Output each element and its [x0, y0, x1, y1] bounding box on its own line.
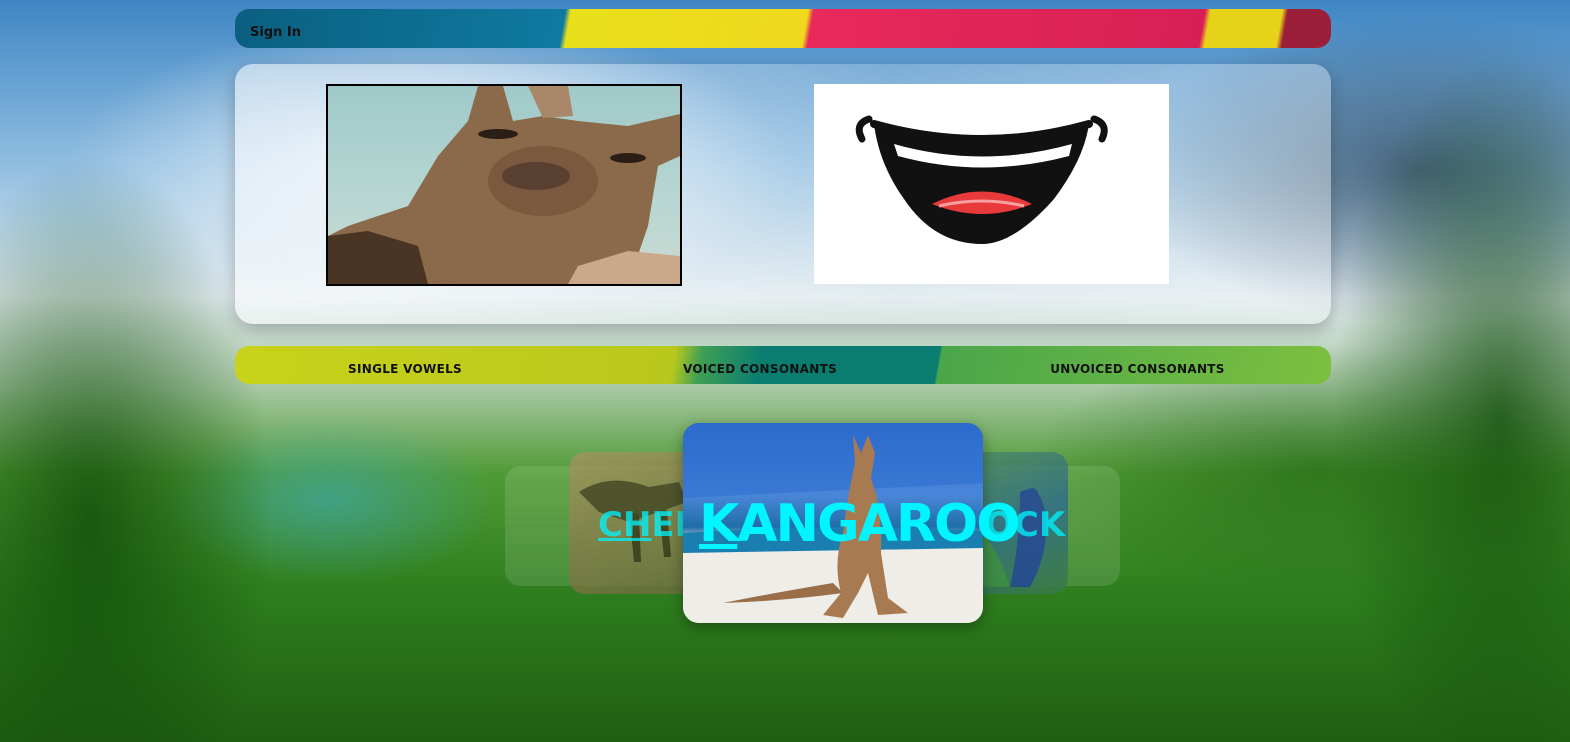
tab-single-vowels[interactable]: SINGLE VOWELS	[330, 346, 480, 384]
current-word: KANGAROO	[699, 494, 1020, 554]
sign-in-link[interactable]: Sign In	[250, 25, 301, 40]
kangaroo-closeup-image	[328, 86, 680, 284]
category-tabs: SINGLE VOWELS VOICED CONSONANTS UNVOICED…	[235, 346, 1331, 384]
mouth-illustration	[814, 84, 1169, 284]
previous-word-sound: CH	[598, 505, 652, 545]
kangaroo-video[interactable]	[326, 84, 682, 286]
top-navigation-bar: Sign In	[235, 9, 1331, 48]
current-word-rest: ANGAROO	[737, 494, 1020, 554]
smiling-mouth-icon	[855, 115, 1108, 244]
current-word-sound: K	[699, 494, 739, 554]
tab-unvoiced-consonants[interactable]: UNVOICED CONSONANTS	[1035, 346, 1240, 384]
tab-voiced-consonants[interactable]: VOICED CONSONANTS	[665, 346, 855, 384]
